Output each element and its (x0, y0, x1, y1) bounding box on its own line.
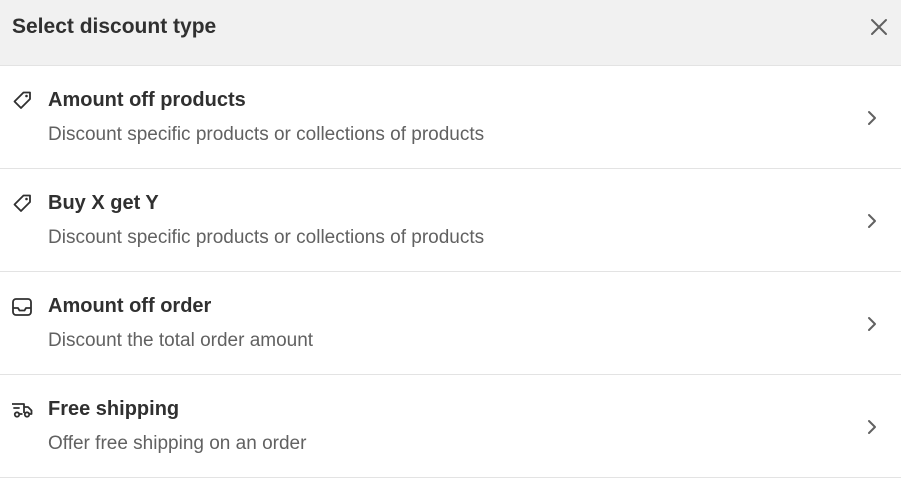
option-title: Free shipping (48, 398, 180, 420)
chevron-right-icon (865, 417, 879, 437)
option-description: Offer free shipping on an order (48, 433, 307, 454)
option-buy-x-get-y[interactable]: Buy X get Y Discount specific products o… (0, 169, 901, 272)
option-amount-off-products[interactable]: Amount off products Discount specific pr… (0, 66, 901, 169)
delivery-truck-icon (10, 398, 34, 422)
tag-icon (10, 89, 34, 113)
option-title: Amount off products (48, 89, 246, 111)
close-button[interactable] (869, 17, 889, 37)
option-description: Discount specific products or collection… (48, 124, 485, 145)
option-description: Discount specific products or collection… (48, 227, 485, 248)
order-tray-icon (10, 295, 34, 319)
modal-title: Select discount type (12, 15, 217, 38)
option-amount-off-order[interactable]: Amount off order Discount the total orde… (0, 272, 901, 375)
chevron-right-icon (865, 314, 879, 334)
discount-type-modal: Select discount type Amount off products… (0, 0, 901, 478)
option-free-shipping[interactable]: Free shipping Offer free shipping on an … (0, 375, 901, 478)
option-title: Amount off order (48, 295, 212, 317)
close-icon (871, 19, 887, 35)
chevron-right-icon (865, 108, 879, 128)
discount-options-list: Amount off products Discount specific pr… (0, 66, 901, 478)
modal-header: Select discount type (0, 0, 901, 66)
option-title: Buy X get Y (48, 192, 159, 214)
chevron-right-icon (865, 211, 879, 231)
tag-icon (10, 192, 34, 216)
option-description: Discount the total order amount (48, 330, 314, 351)
